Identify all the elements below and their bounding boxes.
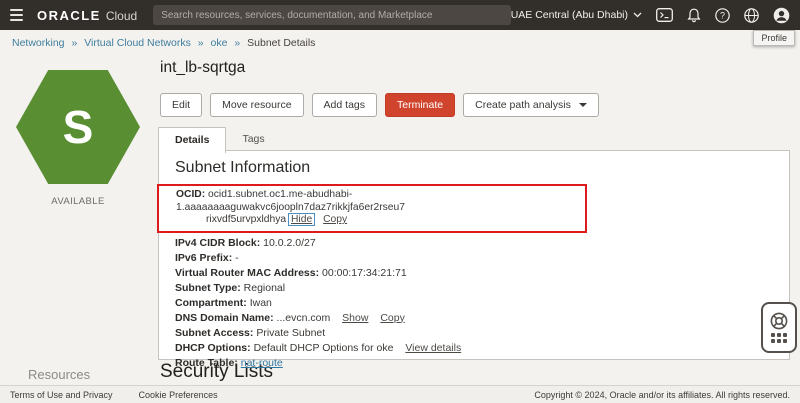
logo-cloud-text: Cloud (105, 8, 138, 23)
subnet-information-card: Subnet Information OCID: ocid1.subnet.oc… (157, 150, 790, 369)
topbar-right-controls: UAE Central (Abu Dhabi) ? (511, 7, 790, 24)
action-buttons: Edit Move resource Add tags Terminate Cr… (160, 93, 599, 117)
field-value: Private Subnet (256, 326, 326, 339)
field-value: - (235, 251, 239, 264)
field-value: 00:00:17:34:21:71 (322, 266, 407, 279)
ocid-hide-link[interactable]: Hide (287, 213, 316, 226)
breadcrumb-separator: » (197, 37, 204, 49)
oracle-cloud-logo[interactable]: ORACLE Cloud (37, 8, 137, 23)
field-subnet-type: Subnet Type: Regional (175, 282, 773, 295)
field-value: ...evcn.com (276, 311, 331, 324)
footer-bar: Terms of Use and Privacy Cookie Preferen… (0, 385, 800, 403)
ocid-row: OCID: ocid1.subnet.oc1.me-abudhabi-1.aaa… (176, 189, 577, 214)
dns-show-link[interactable]: Show (342, 312, 368, 324)
section-title: Subnet Information (175, 159, 311, 176)
tab-tags[interactable]: Tags (226, 127, 280, 153)
status-badge: AVAILABLE (51, 196, 105, 207)
cookie-preferences-link[interactable]: Cookie Preferences (139, 390, 218, 400)
subnet-initial: S (62, 101, 94, 153)
notifications-bell-icon[interactable] (687, 8, 701, 23)
ocid-copy-link[interactable]: Copy (323, 214, 347, 225)
support-assistant-widget[interactable] (761, 302, 797, 353)
language-globe-icon[interactable] (744, 7, 759, 23)
detail-tabs: Details Tags (158, 127, 281, 153)
profile-avatar-icon[interactable] (773, 7, 790, 24)
search-input[interactable] (153, 5, 511, 25)
field-compartment: Compartment: Iwan (175, 297, 773, 310)
field-label: Compartment: (175, 296, 247, 309)
route-table-link[interactable]: nat-route (241, 357, 283, 369)
region-selector[interactable]: UAE Central (Abu Dhabi) (511, 9, 642, 21)
resource-status-hexagon: S (16, 70, 140, 184)
copyright-text: Copyright © 2024, Oracle and/or its affi… (534, 389, 790, 400)
logo-oracle-text: ORACLE (36, 7, 101, 23)
field-label: Route Table: (175, 356, 238, 369)
field-dns-domain-name: DNS Domain Name: ...evcn.com Show Copy (175, 312, 773, 325)
svg-text:?: ? (720, 10, 725, 20)
field-virtual-router-mac: Virtual Router MAC Address: 00:00:17:34:… (175, 267, 773, 280)
cloud-shell-icon[interactable] (656, 8, 673, 22)
create-path-analysis-label: Create path analysis (475, 99, 571, 111)
field-ipv6-prefix: IPv6 Prefix: - (175, 252, 773, 265)
edit-button[interactable]: Edit (160, 93, 203, 117)
field-label: DNS Domain Name: (175, 311, 274, 324)
field-route-table: Route Table: nat-route (175, 357, 773, 370)
region-label: UAE Central (Abu Dhabi) (510, 9, 628, 21)
dns-copy-link[interactable]: Copy (380, 312, 405, 324)
field-label: Virtual Router MAC Address: (175, 266, 320, 279)
ocid-highlight-annotation: OCID: ocid1.subnet.oc1.me-abudhabi-1.aaa… (157, 184, 587, 233)
ocid-row-2: rixvdf5urvpxldhya Hide Copy (176, 213, 577, 227)
ocid-label: OCID: (176, 189, 206, 200)
hamburger-menu-icon[interactable] (10, 9, 23, 21)
ocid-value-line1: ocid1.subnet.oc1.me-abudhabi-1.aaaaaaaag… (176, 189, 405, 213)
field-label: Subnet Access: (175, 326, 254, 339)
page-title: int_lb-sqrtga (160, 59, 246, 76)
field-ipv4-cidr: IPv4 CIDR Block: 10.0.2.0/27 (175, 237, 773, 250)
dropdown-caret-icon (578, 103, 587, 107)
breadcrumb: Networking » Virtual Cloud Networks » ok… (12, 37, 315, 49)
field-subnet-access: Subnet Access: Private Subnet (175, 327, 773, 340)
breadcrumb-current: Subnet Details (247, 37, 316, 49)
dhcp-view-details-link[interactable]: View details (405, 342, 461, 354)
drag-dots-icon (771, 333, 787, 343)
resources-section-heading: Resources (28, 367, 91, 382)
create-path-analysis-button[interactable]: Create path analysis (463, 93, 599, 117)
terminate-button[interactable]: Terminate (385, 93, 456, 117)
field-value: Default DHCP Options for oke (253, 341, 394, 354)
move-resource-button[interactable]: Move resource (210, 93, 304, 117)
breadcrumb-separator: » (71, 37, 78, 49)
tab-details[interactable]: Details (158, 127, 227, 153)
breadcrumb-virtual-cloud-networks[interactable]: Virtual Cloud Networks (84, 37, 191, 49)
field-label: IPv6 Prefix: (175, 251, 233, 264)
field-value: Iwan (249, 296, 272, 309)
profile-tooltip: Profile (753, 30, 795, 46)
breadcrumb-oke[interactable]: oke (211, 37, 228, 49)
field-label: DHCP Options: (175, 341, 251, 354)
help-icon[interactable]: ? (715, 7, 730, 23)
breadcrumb-networking[interactable]: Networking (12, 37, 65, 49)
field-value: Regional (243, 281, 286, 294)
field-dhcp-options: DHCP Options: Default DHCP Options for o… (175, 342, 773, 355)
field-label: IPv4 CIDR Block: (175, 236, 261, 249)
chevron-down-icon (633, 12, 642, 18)
field-value: 10.0.2.0/27 (263, 236, 316, 249)
terms-link[interactable]: Terms of Use and Privacy (10, 390, 113, 400)
add-tags-button[interactable]: Add tags (311, 93, 377, 117)
oci-console-window: ORACLE Cloud UAE Central (Abu Dhabi) (0, 0, 800, 403)
life-ring-icon (770, 312, 788, 330)
ocid-value-line2: rixvdf5urvpxldhya (206, 214, 287, 225)
top-bar: ORACLE Cloud UAE Central (Abu Dhabi) (0, 0, 800, 30)
field-label: Subnet Type: (175, 281, 241, 294)
breadcrumb-separator: » (234, 37, 241, 49)
